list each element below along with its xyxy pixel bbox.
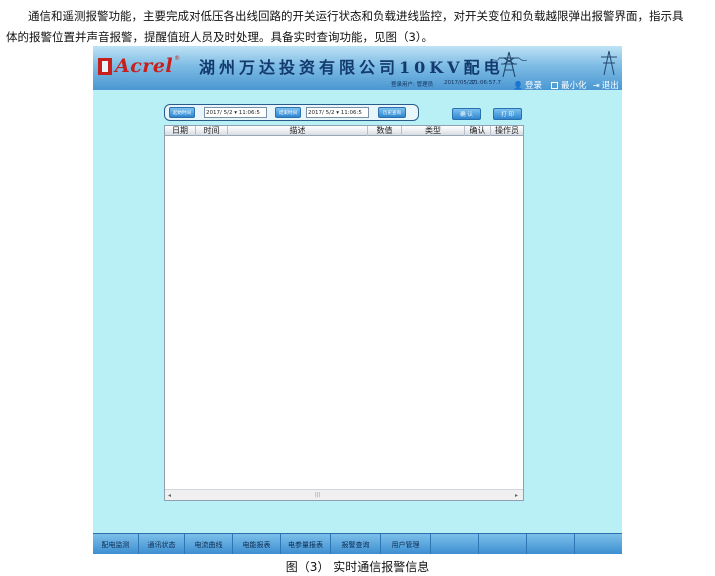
nav-parameter-report[interactable]: 电参量报表: [281, 534, 331, 554]
bottom-navigation: 配电监测 通讯状态 电流曲线 电能报表 电参量报表 报警查询 用户管理: [93, 533, 622, 554]
minimize-icon: [551, 81, 558, 89]
figure-caption: 图（3） 实时通信报警信息: [285, 560, 430, 574]
column-header-confirm[interactable]: 确认: [465, 126, 491, 136]
logo-mark-icon: [98, 57, 112, 75]
confirm-button[interactable]: 确 认: [452, 108, 481, 120]
app-header: Acrel ® 湖州万达投资有限公司10KV配电 登录用户: 管理员 2017/…: [93, 46, 622, 92]
end-time-button[interactable]: 结束时间: [275, 107, 301, 118]
logo-text: Acrel: [115, 55, 174, 77]
end-time-input[interactable]: 2017/ 5/2 ▾ 11:06:5: [306, 107, 369, 118]
nav-user-management[interactable]: 用户管理: [381, 534, 431, 554]
column-header-operator[interactable]: 操作员: [491, 126, 523, 136]
print-button[interactable]: 打 印: [493, 108, 522, 120]
logo-registered-mark: ®: [174, 55, 181, 62]
exit-button[interactable]: ⇥ 退出: [593, 79, 619, 92]
acrel-logo: Acrel ®: [98, 55, 180, 77]
nav-empty-slot-3: [527, 534, 575, 554]
alarm-table: 日期 时间 描述 数值 类型 确认 操作员 ◂ ||| ▸: [164, 125, 524, 501]
login-button[interactable]: 👤 登录: [513, 79, 542, 92]
app-title: 湖州万达投资有限公司10KV配电: [199, 58, 504, 77]
nav-energy-report[interactable]: 电能报表: [233, 534, 281, 554]
horizontal-scrollbar[interactable]: ◂ ||| ▸: [165, 489, 523, 500]
power-tower-icon: [491, 51, 527, 78]
nav-empty-slot-1: [431, 534, 479, 554]
intro-line-2: 体的报警位置并声音报警，提醒值班人员及时处理。具备实时查询功能，见图（3）。: [6, 30, 434, 44]
start-time-input[interactable]: 2017/ 5/2 ▾ 11:06:5: [204, 107, 267, 118]
query-toolbar: 起始时间 2017/ 5/2 ▾ 11:06:5 结束时间 2017/ 5/2 …: [164, 104, 419, 121]
exit-icon: ⇥: [593, 80, 600, 90]
minimize-button[interactable]: 最小化: [551, 79, 587, 91]
intro-paragraph: 通信和遥测报警功能，主要完成对低压各出线回路的开关运行状态和负载进线监控，对开关…: [6, 6, 711, 48]
column-header-type[interactable]: 类型: [402, 126, 465, 136]
nav-communication-status[interactable]: 通讯状态: [139, 534, 185, 554]
user-icon: 👤: [513, 80, 523, 90]
history-query-button[interactable]: 历史查询: [378, 107, 406, 118]
column-header-description[interactable]: 描述: [228, 126, 368, 136]
app-screenshot: Acrel ® 湖州万达投资有限公司10KV配电 登录用户: 管理员 2017/…: [93, 46, 622, 554]
scroll-right-icon[interactable]: ▸: [515, 492, 518, 499]
start-time-button[interactable]: 起始时间: [169, 107, 195, 118]
scroll-grip-icon[interactable]: |||: [315, 492, 320, 498]
scroll-left-icon[interactable]: ◂: [168, 492, 171, 499]
nav-empty-slot-2: [479, 534, 527, 554]
column-header-time[interactable]: 时间: [196, 126, 228, 136]
nav-power-monitoring[interactable]: 配电监测: [93, 534, 139, 554]
login-user-label: 登录用户: 管理员: [391, 82, 434, 88]
table-header-row: 日期 时间 描述 数值 类型 确认 操作员: [165, 126, 523, 136]
nav-current-curve[interactable]: 电流曲线: [185, 534, 233, 554]
intro-line-1: 通信和遥测报警功能，主要完成对低压各出线回路的开关运行状态和负载进线监控，对开关…: [28, 9, 684, 23]
column-header-date[interactable]: 日期: [165, 126, 196, 136]
header-time: 11:06:57.7: [471, 80, 501, 86]
column-header-value[interactable]: 数值: [368, 126, 402, 136]
power-tower-icon-2: [601, 50, 617, 76]
nav-alarm-query[interactable]: 报警查询: [331, 534, 381, 554]
